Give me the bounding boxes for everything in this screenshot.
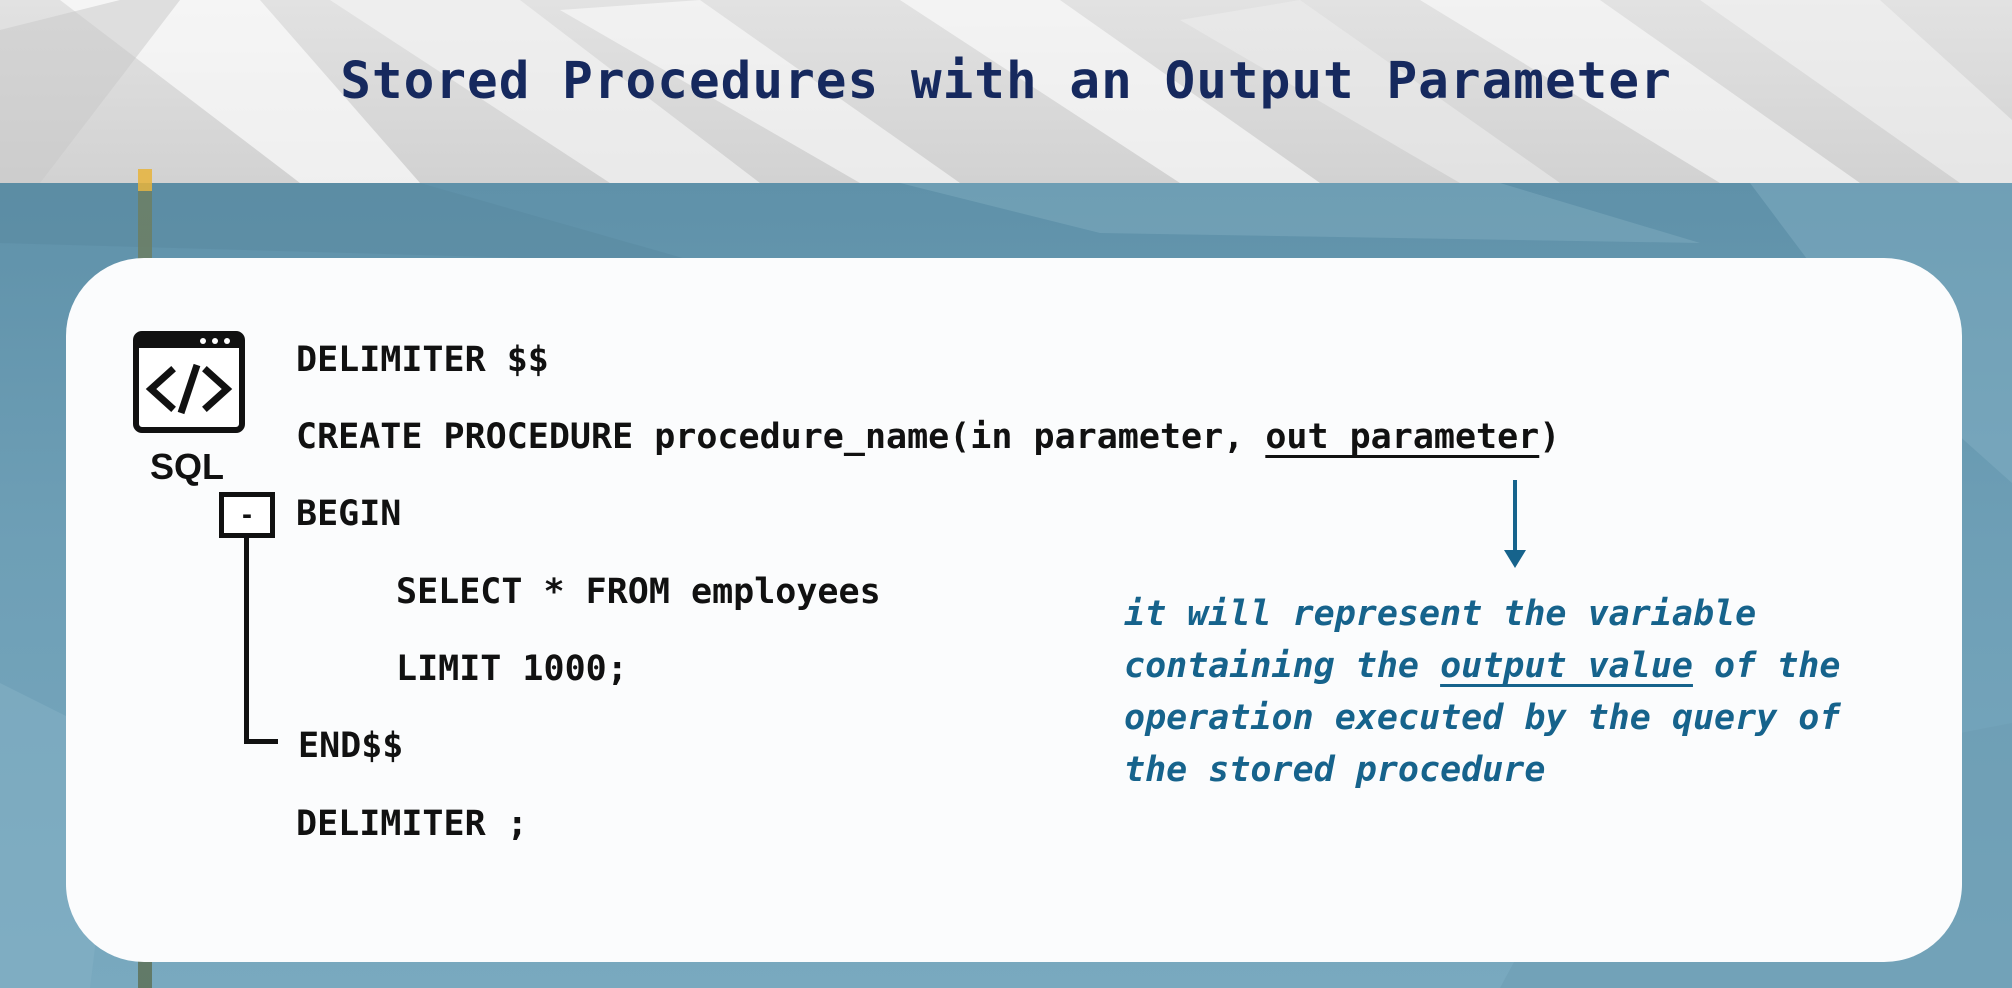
collapse-toggle[interactable]: - [219, 492, 275, 538]
code-line-create-procedure: CREATE PROCEDURE procedure_name(in param… [296, 420, 1560, 455]
create-procedure-text: CREATE PROCEDURE procedure_name(in param… [296, 417, 1266, 457]
slide-title: Stored Procedures with an Output Paramet… [340, 52, 1672, 111]
code-line-end: END$$ [298, 726, 404, 766]
tree-line-horizontal [244, 739, 278, 744]
down-arrow-icon [1504, 480, 1526, 568]
sql-label: SQL [150, 446, 225, 487]
code-line-begin: BEGIN [296, 494, 402, 534]
code-window-icon [133, 331, 245, 433]
output-parameter-note: it will represent the variable containin… [1124, 588, 1884, 796]
code-line-select: SELECT * FROM employees [396, 572, 881, 612]
code-line-delimiter-start: DELIMITER $$ [296, 340, 549, 380]
tree-line-vertical [244, 538, 249, 744]
out-parameter-highlight: out parameter [1265, 417, 1540, 457]
code-line-limit: LIMIT 1000; [396, 649, 628, 689]
create-procedure-close: ) [1539, 417, 1561, 457]
code-line-delimiter-end: DELIMITER ; [296, 804, 528, 844]
note-highlight: output value [1440, 646, 1693, 686]
